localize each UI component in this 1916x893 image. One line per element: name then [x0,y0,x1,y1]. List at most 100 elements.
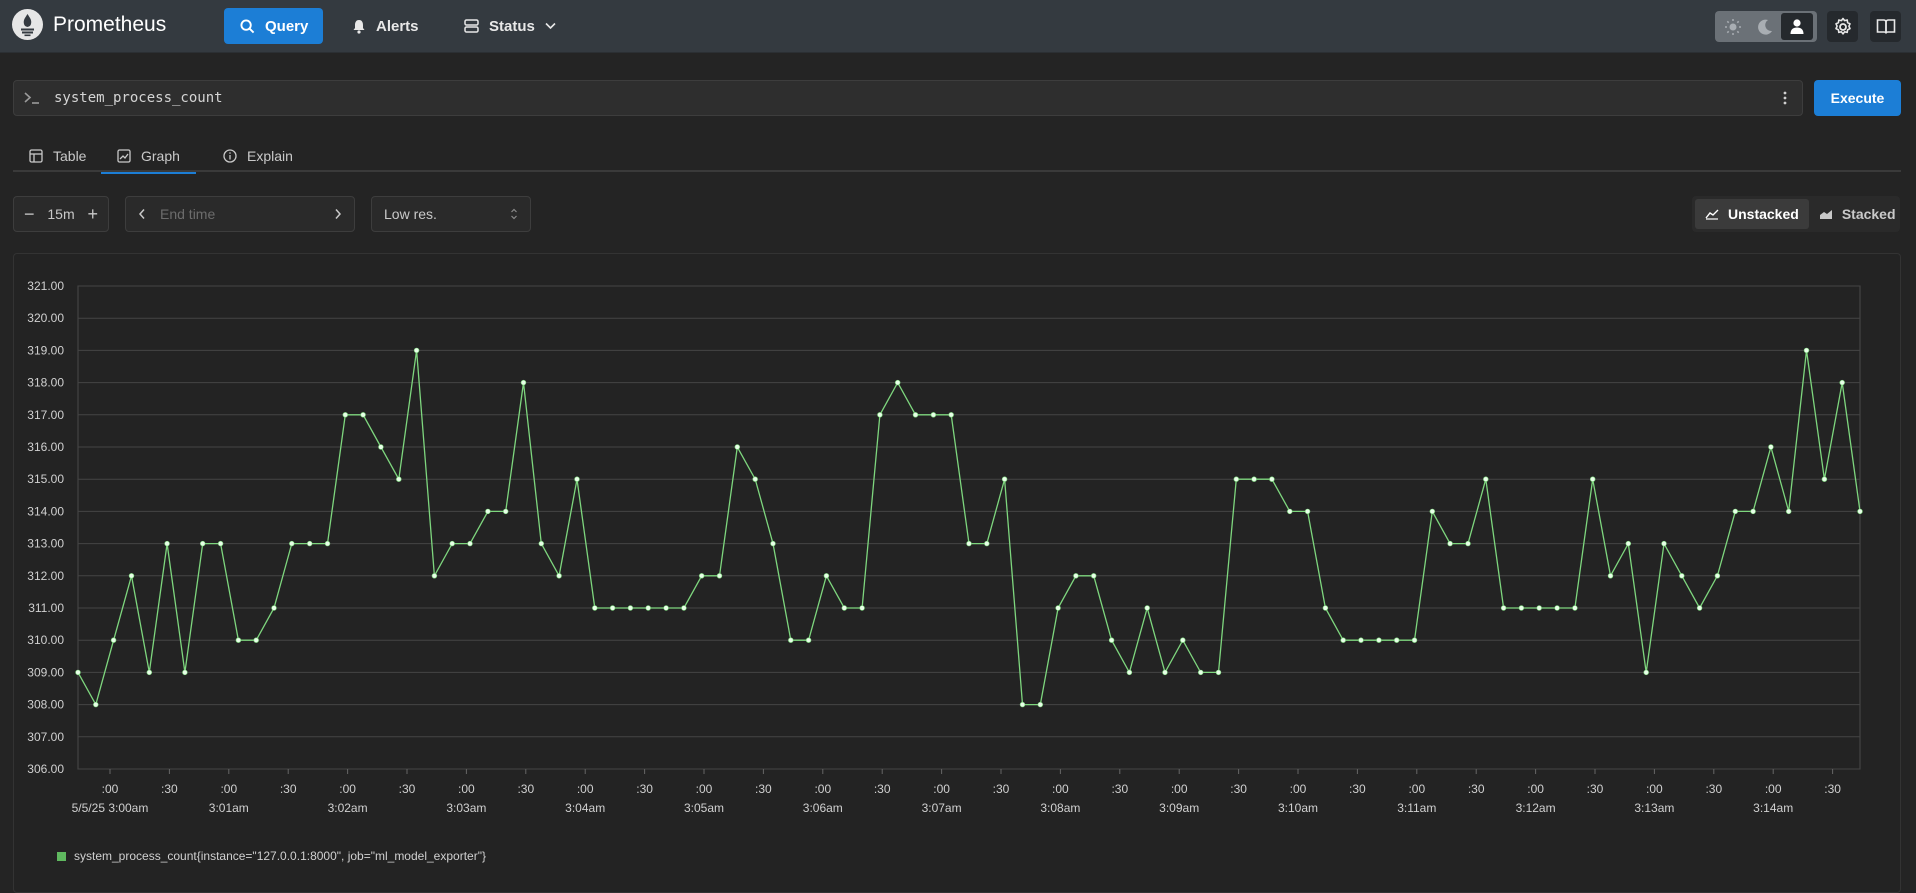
data-point [1233,476,1240,482]
x-tick-label: :30 [1587,782,1604,796]
x-tick-label: :30 [755,782,772,796]
y-tick-label: 313.00 [27,537,64,551]
data-point [1696,605,1703,611]
y-tick-label: 314.00 [27,504,64,518]
x-tick-label: :30 [161,782,178,796]
data-point [467,540,473,547]
data-point [1536,605,1542,611]
data-point [1269,476,1275,482]
data-point [1661,540,1667,547]
x-tick-label: :00 [933,782,950,796]
data-point [894,379,901,386]
x-tick-label: :30 [399,782,416,796]
data-point [1037,701,1044,708]
x-tick-label: :30 [993,782,1010,796]
y-tick-label: 309.00 [27,665,64,679]
x-tick-label: :30 [636,782,653,796]
data-point [307,540,313,547]
data-point [146,669,153,676]
legend-swatch [57,851,66,861]
data-point [1483,476,1489,482]
data-point [841,605,847,611]
y-tick-label: 306.00 [27,762,64,776]
data-point [200,540,206,547]
time-series-chart[interactable]: 321.00 320.00 319.00 318.00 317.00 316.00 315.… [0,0,1916,886]
legend-label: system_process_count{instance="127.0.0.1… [74,849,486,863]
data-point [592,605,598,611]
data-point [1554,605,1560,611]
x-tick-date-label: 3:01am [209,801,249,815]
data-point [1625,540,1632,547]
data-point [235,637,242,643]
x-tick-label: :00 [696,782,713,796]
y-tick-label: 311.00 [28,601,64,615]
plot-frame [77,285,1861,770]
data-point [413,347,420,354]
x-tick-label: :00 [1765,782,1782,796]
x-tick-date-label: 3:12am [1516,801,1556,815]
data-point [1304,508,1311,515]
x-tick-label: :00 [1408,782,1425,796]
data-point [164,540,170,547]
y-tick-label: 320.00 [27,311,64,325]
x-tick-label: :30 [517,782,534,796]
data-point [681,605,687,611]
data-point [627,605,634,611]
data-point [289,540,295,547]
data-point [253,637,259,643]
data-point [663,605,669,611]
data-point [520,379,527,386]
data-point [110,637,117,643]
data-point [1447,540,1453,547]
data-point [503,508,509,515]
x-tick-label: :30 [1824,782,1841,796]
data-point [182,669,188,676]
series-line [77,350,1861,707]
data-point [75,669,81,676]
data-point [1144,605,1150,611]
data-point [1518,605,1525,611]
x-tick-label: :00 [1290,782,1307,796]
data-point [1839,379,1845,386]
legend-item[interactable]: system_process_count{instance="127.0.0.1… [57,849,486,863]
data-point [788,637,794,643]
data-point [1073,573,1079,579]
data-point [752,476,758,482]
data-point [93,701,99,708]
data-point [217,540,224,547]
x-tick-date-label: 3:07am [922,801,962,815]
data-point [716,573,723,579]
x-tick-date-label: 3:02am [328,801,368,815]
data-point [485,508,491,515]
x-tick-label: :30 [1468,782,1485,796]
data-point [1821,476,1828,482]
data-point [1090,573,1097,579]
data-point [1393,637,1400,643]
x-tick-label: :30 [1230,782,1247,796]
data-point [1750,508,1756,515]
data-point [1607,573,1614,579]
y-tick-label: 319.00 [27,343,64,357]
data-point [930,412,937,418]
data-point [1679,573,1685,579]
x-tick-label: :00 [339,782,356,796]
data-point [770,540,776,547]
x-tick-date-label: 3:10am [1278,801,1318,815]
data-point [1643,669,1649,676]
data-point [1180,637,1186,643]
x-tick-label: :00 [814,782,831,796]
data-point [948,412,954,418]
data-point [984,540,990,547]
x-tick-date-label: 3:04am [565,801,605,815]
data-point [360,412,366,418]
data-point [1500,605,1507,611]
data-point [966,540,972,547]
data-point [449,540,455,547]
data-point [271,605,277,611]
y-tick-label: 318.00 [27,376,64,390]
data-point [1108,637,1115,643]
data-point [1785,508,1792,515]
data-point [431,573,438,579]
x-tick-label: :00 [1646,782,1663,796]
data-point [1857,508,1863,515]
